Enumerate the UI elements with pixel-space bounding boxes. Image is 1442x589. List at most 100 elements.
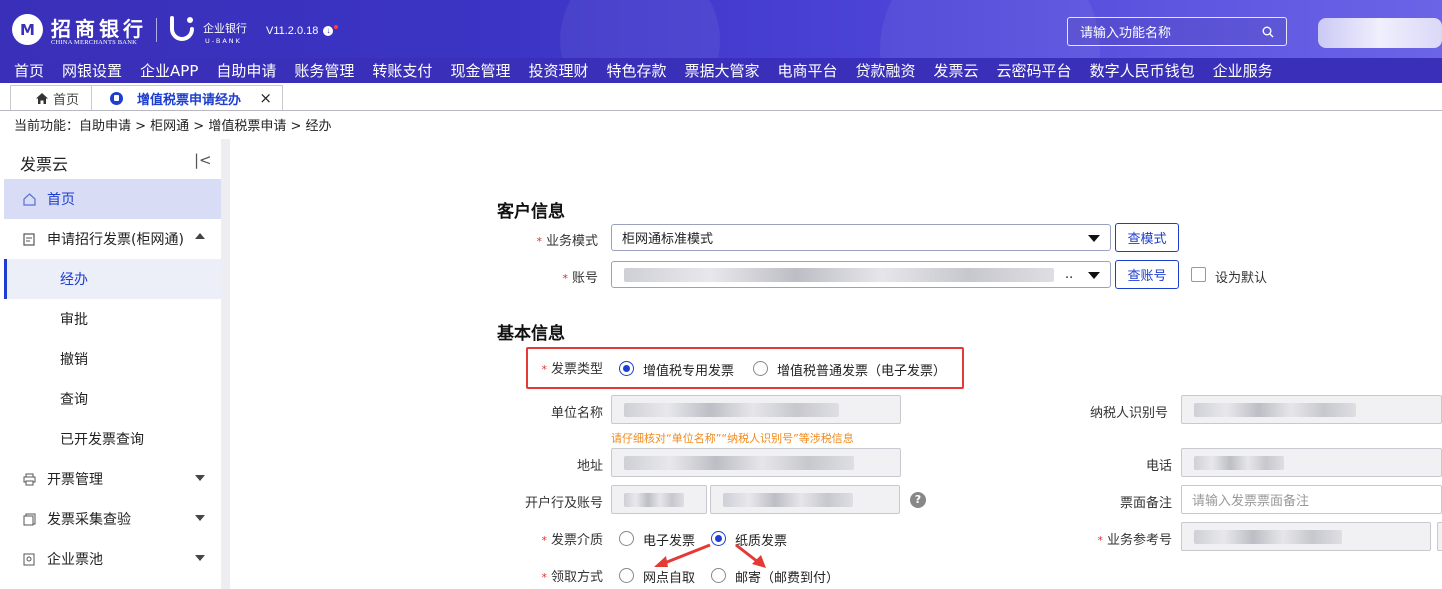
bank-name-input[interactable] [611,485,707,514]
nav-enterprise-service[interactable]: 企业服务 [1204,60,1282,81]
sidebar-item-handle[interactable]: 经办 [4,259,221,299]
company-name-input[interactable] [611,395,901,424]
search-icon[interactable] [1262,26,1274,38]
sidebar-item-approve[interactable]: 审批 [4,299,221,339]
business-mode-value: 柜网通标准模式 [622,232,714,247]
account-label: * 账号 [562,271,598,286]
phone-input[interactable] [1181,448,1442,477]
invoice-type-special-label[interactable]: 增值税专用发票 [643,360,734,379]
sidebar-item-revoke[interactable]: 撤销 [4,339,221,379]
search-placeholder: 请输入功能名称 [1080,26,1172,41]
invoice-type-ordinary-label[interactable]: 增值税普通发票（电子发票） [777,360,946,379]
copy-doc-icon [22,512,36,526]
bank-account-input[interactable] [710,485,900,514]
sidebar-item-label: 开票管理 [47,472,103,488]
business-mode-select[interactable]: 柜网通标准模式 [611,224,1111,251]
tax-info-hint: 请仔细核对“单位名称”“纳税人识别号”等涉税信息 [611,432,854,445]
nav-loans[interactable]: 贷款融资 [847,60,925,81]
cmb-logo-icon: M [12,14,43,45]
set-default-label: 设为默认 [1215,271,1268,286]
chevron-down-icon [195,555,205,561]
product-name-en: U-BANK [205,37,242,45]
remark-placeholder: 请输入发票票面备注 [1192,494,1310,509]
nav-ecommerce[interactable]: 电商平台 [769,60,847,81]
account-value-redacted [624,268,1054,282]
ref-no-redacted [1194,530,1342,544]
tab-active-label: 增值税票申请经办 [137,92,242,108]
sidebar-item-label: 首页 [47,192,75,208]
breadcrumb: 当前功能：自助申请 > 柜网通 > 增值税票申请 > 经办 [14,119,332,134]
close-icon[interactable]: × [259,89,272,107]
invoice-type-ordinary-radio[interactable] [753,361,768,376]
sidebar-item-query[interactable]: 查询 [4,379,221,419]
account-ellipsis: .. [1065,267,1074,282]
download-icon[interactable]: ↓ [323,26,334,37]
address-input[interactable] [611,448,901,477]
pool-doc-icon [22,552,36,566]
sidebar-item-home[interactable]: 首页 [4,179,221,219]
account-select[interactable]: .. [611,261,1111,288]
sidebar-item-issued-invoices[interactable]: 已开发票查询 [4,419,221,459]
nav-cloud-crypto[interactable]: 云密码平台 [988,60,1081,81]
tab-home[interactable]: 首页 [10,85,92,110]
query-mode-button[interactable]: 查模式 [1115,223,1179,252]
nav-deposits[interactable]: 特色存款 [597,60,675,81]
logo-divider [156,18,157,42]
chevron-down-icon [195,515,205,521]
ref-no-extra-input[interactable] [1437,522,1442,551]
nav-home[interactable]: 首页 [0,60,53,81]
help-icon[interactable]: ? [910,492,926,508]
taxpayer-id-input[interactable] [1181,395,1442,424]
sidebar-item-invoice-collect[interactable]: 发票采集查验 [4,499,221,539]
tab-vat-invoice-apply[interactable]: 增值税票申请经办 × [91,85,283,110]
taxpayer-id-redacted [1194,403,1356,417]
main-nav: 首页 网银设置 企业APP 自助申请 账务管理 转账支付 现金管理 投资理财 特… [0,58,1442,83]
nav-transfer[interactable]: 转账支付 [363,60,441,81]
dropdown-arrow-icon [1088,235,1100,242]
sidebar-item-label: 撤销 [60,352,88,368]
nav-digital-rmb[interactable]: 数字人民币钱包 [1081,60,1204,81]
edit-doc-icon [22,232,36,246]
remark-input[interactable]: 请输入发票票面备注 [1181,485,1442,514]
nav-cash-management[interactable]: 现金管理 [441,60,519,81]
address-label: 地址 [576,459,603,474]
invoice-type-special-radio[interactable] [619,361,634,376]
collapse-sidebar-icon[interactable]: |< [194,151,212,169]
sidebar-item-label: 发票采集查验 [47,512,131,528]
ref-no-input[interactable] [1181,522,1431,551]
sidebar-item-label: 企业票池 [47,552,103,568]
sidebar-item-label: 审批 [60,312,88,328]
nav-bills[interactable]: 票据大管家 [675,60,768,81]
sidebar-scrollbar[interactable] [221,139,230,589]
nav-self-service[interactable]: 自助申请 [207,60,285,81]
phone-label: 电话 [1145,459,1172,474]
business-mode-label: * 业务模式 [536,234,598,249]
nav-ebank-settings[interactable]: 网银设置 [53,60,131,81]
medium-electronic-radio[interactable] [619,531,634,546]
sidebar-item-invoicing[interactable]: 开票管理 [4,459,221,499]
address-redacted [624,456,854,470]
pickup-branch-radio[interactable] [619,568,634,583]
product-name: 企业银行 [203,22,247,35]
set-default-checkbox[interactable] [1191,267,1206,282]
function-search-input[interactable]: 请输入功能名称 [1067,17,1287,46]
tab-home-label: 首页 [53,92,80,108]
bank-account-redacted [723,493,853,507]
sidebar-item-label: 经办 [60,272,88,288]
basic-info-title: 基本信息 [497,324,565,344]
customer-info-title: 客户信息 [497,202,565,222]
sidebar-item-apply-invoice[interactable]: 申请招行发票(柜网通) [4,219,221,259]
nav-accounts[interactable]: 账务管理 [285,60,363,81]
nav-invoice-cloud[interactable]: 发票云 [925,60,988,81]
sidebar-item-label: 申请招行发票(柜网通) [47,232,184,248]
nav-enterprise-app[interactable]: 企业APP [131,60,207,81]
sidebar-item-invoice-pool[interactable]: 企业票池 [4,539,221,579]
sidebar: 发票云 |< 首页 申请招行发票(柜网通) 经办 审批 撤销 查询 已开发票查询… [4,139,222,589]
nav-investment[interactable]: 投资理财 [519,60,597,81]
query-account-button[interactable]: 查账号 [1115,260,1179,289]
company-name-label: 单位名称 [550,406,603,421]
user-info[interactable] [1318,18,1442,48]
top-banner: M 招商银行 CHINA MERCHANTS BANK 企业银行 U-BANK … [0,0,1442,58]
invoice-icon [110,91,123,105]
version-label[interactable]: V11.2.0.18 ↓ [266,25,334,37]
